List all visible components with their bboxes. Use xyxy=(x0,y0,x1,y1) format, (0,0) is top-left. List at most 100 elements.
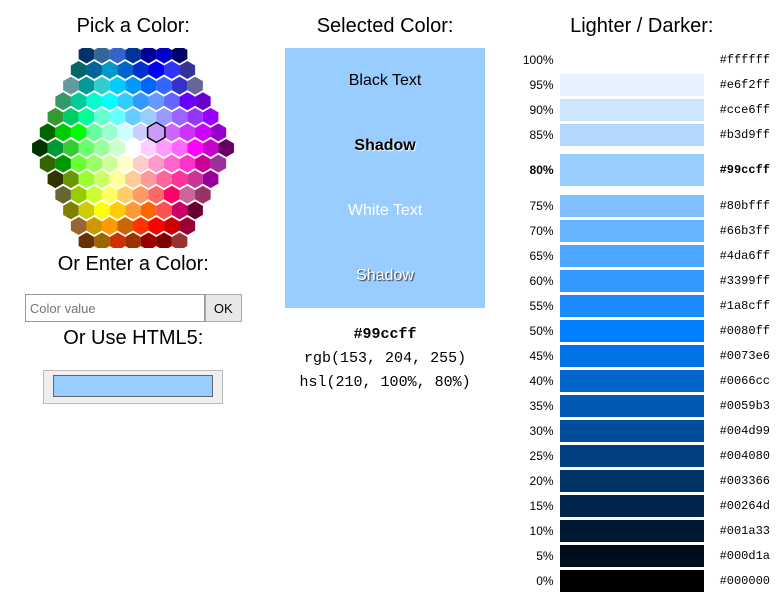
shade-swatch[interactable] xyxy=(560,124,704,146)
shade-swatch[interactable] xyxy=(560,345,704,367)
hex-cell[interactable] xyxy=(110,108,126,126)
hex-cell[interactable] xyxy=(203,108,219,126)
hex-cell[interactable] xyxy=(125,48,141,63)
hex-cell[interactable] xyxy=(94,233,110,248)
hex-cell[interactable] xyxy=(79,170,95,188)
hex-cell[interactable] xyxy=(40,155,56,173)
shade-swatch[interactable] xyxy=(560,545,704,567)
hex-cell[interactable] xyxy=(141,233,157,248)
hex-cell[interactable] xyxy=(102,61,118,79)
hex-cell[interactable] xyxy=(157,201,173,219)
hex-cell[interactable] xyxy=(71,92,87,110)
shade-swatch[interactable] xyxy=(560,270,704,292)
hex-cell[interactable] xyxy=(164,123,180,141)
hex-cell[interactable] xyxy=(172,139,188,157)
hex-cell[interactable] xyxy=(133,123,149,141)
hex-cell[interactable] xyxy=(48,139,64,157)
hex-cell[interactable] xyxy=(79,48,95,63)
hex-cell[interactable] xyxy=(157,233,173,248)
hex-cell[interactable] xyxy=(188,201,204,219)
hex-cell[interactable] xyxy=(164,92,180,110)
hex-cell[interactable] xyxy=(94,170,110,188)
hex-cell[interactable] xyxy=(56,186,72,204)
hex-cell[interactable] xyxy=(63,201,79,219)
hex-cell[interactable] xyxy=(94,108,110,126)
hex-cell[interactable] xyxy=(56,155,72,173)
hex-cell[interactable] xyxy=(203,170,219,188)
shade-swatch[interactable] xyxy=(560,195,704,217)
hex-cell[interactable] xyxy=(110,201,126,219)
hex-cell[interactable] xyxy=(118,61,134,79)
hex-cell[interactable] xyxy=(118,123,134,141)
hex-cell[interactable] xyxy=(195,92,211,110)
hex-cell[interactable] xyxy=(87,92,103,110)
hex-cell[interactable] xyxy=(79,201,95,219)
color-value-input[interactable] xyxy=(25,294,205,322)
hex-cell[interactable] xyxy=(188,77,204,95)
hex-color-picker[interactable] xyxy=(23,48,243,248)
hex-cell[interactable] xyxy=(149,61,165,79)
hex-cell[interactable] xyxy=(87,186,103,204)
hex-cell[interactable] xyxy=(79,77,95,95)
hex-cell[interactable] xyxy=(180,61,196,79)
hex-cell[interactable] xyxy=(94,139,110,157)
hex-cell[interactable] xyxy=(172,170,188,188)
hex-cell[interactable] xyxy=(133,186,149,204)
hex-cell[interactable] xyxy=(63,108,79,126)
hex-cell[interactable] xyxy=(110,170,126,188)
shade-swatch[interactable] xyxy=(560,445,704,467)
hex-cell[interactable] xyxy=(172,108,188,126)
hex-cell[interactable] xyxy=(63,77,79,95)
hex-cell[interactable] xyxy=(125,201,141,219)
shade-swatch[interactable] xyxy=(560,420,704,442)
shade-swatch[interactable] xyxy=(560,570,704,592)
hex-cell[interactable] xyxy=(188,139,204,157)
hex-cell[interactable] xyxy=(56,123,72,141)
shade-swatch[interactable] xyxy=(560,245,704,267)
hex-cell[interactable] xyxy=(71,217,87,235)
hex-cell[interactable] xyxy=(87,217,103,235)
hex-cell[interactable] xyxy=(149,155,165,173)
hex-cell[interactable] xyxy=(188,170,204,188)
hex-cell[interactable] xyxy=(71,61,87,79)
hex-cell[interactable] xyxy=(118,217,134,235)
hex-cell[interactable] xyxy=(71,123,87,141)
hex-cell[interactable] xyxy=(141,170,157,188)
hex-cell[interactable] xyxy=(125,77,141,95)
hex-cell[interactable] xyxy=(79,233,95,248)
hex-cell[interactable] xyxy=(94,201,110,219)
hex-cell[interactable] xyxy=(164,61,180,79)
hex-cell[interactable] xyxy=(133,217,149,235)
hex-cell[interactable] xyxy=(188,108,204,126)
hex-cell[interactable] xyxy=(180,155,196,173)
hex-cell[interactable] xyxy=(195,123,211,141)
hex-cell[interactable] xyxy=(180,123,196,141)
shade-swatch[interactable] xyxy=(560,154,704,186)
hex-cell[interactable] xyxy=(71,186,87,204)
hex-cell[interactable] xyxy=(172,77,188,95)
hex-cell[interactable] xyxy=(110,139,126,157)
hex-cell[interactable] xyxy=(87,61,103,79)
hex-cell[interactable] xyxy=(164,155,180,173)
hex-cell[interactable] xyxy=(79,139,95,157)
hex-cell[interactable] xyxy=(157,48,173,63)
hex-cell[interactable] xyxy=(118,92,134,110)
hex-cell[interactable] xyxy=(94,77,110,95)
hex-cell[interactable] xyxy=(56,92,72,110)
hex-cell[interactable] xyxy=(102,92,118,110)
hex-cell[interactable] xyxy=(172,201,188,219)
hex-cell[interactable] xyxy=(63,170,79,188)
hex-cell[interactable] xyxy=(102,186,118,204)
hex-cell[interactable] xyxy=(157,170,173,188)
hex-cell[interactable] xyxy=(149,217,165,235)
shade-swatch[interactable] xyxy=(560,395,704,417)
hex-cell[interactable] xyxy=(141,48,157,63)
hex-cell[interactable] xyxy=(87,123,103,141)
hex-cell[interactable] xyxy=(125,233,141,248)
hex-cell[interactable] xyxy=(180,92,196,110)
hex-cell[interactable] xyxy=(149,92,165,110)
hex-cell[interactable] xyxy=(133,92,149,110)
hex-cell[interactable] xyxy=(164,186,180,204)
hex-cell[interactable] xyxy=(87,155,103,173)
hex-cell[interactable] xyxy=(118,155,134,173)
